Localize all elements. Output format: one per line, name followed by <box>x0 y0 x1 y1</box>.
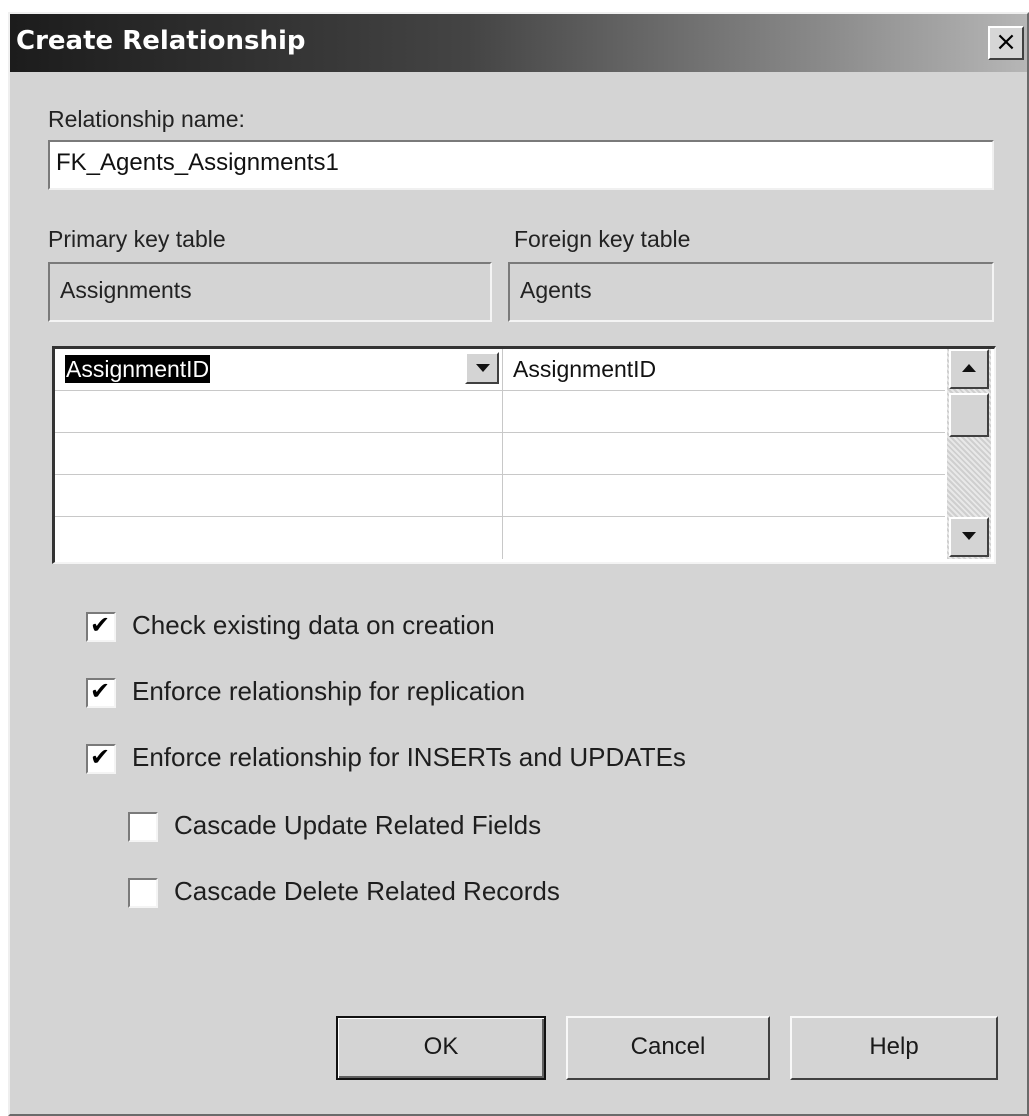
grid-row <box>55 391 945 433</box>
scroll-down-button[interactable] <box>949 517 989 557</box>
primary-key-table-field: Assignments <box>48 262 492 322</box>
foreign-column-cell[interactable] <box>503 391 945 433</box>
ok-button[interactable]: OK <box>336 1016 546 1080</box>
grid-row: AssignmentID AssignmentID <box>55 349 945 391</box>
column-dropdown-button[interactable] <box>465 352 499 384</box>
foreign-column-cell[interactable] <box>503 475 945 517</box>
create-relationship-dialog: Create Relationship × Relationship name:… <box>8 12 1029 1116</box>
cancel-button[interactable]: Cancel <box>566 1016 770 1080</box>
grid-row <box>55 475 945 517</box>
cascade-update-checkbox[interactable] <box>128 812 158 842</box>
enforce-replication-checkbox[interactable]: ✔ <box>86 677 116 708</box>
title-bar: Create Relationship × <box>10 14 1027 72</box>
checkmark-icon: ✔ <box>90 677 111 705</box>
primary-column-cell[interactable] <box>55 475 503 517</box>
foreign-key-table-label: Foreign key table <box>514 226 691 252</box>
foreign-column-cell[interactable] <box>503 517 945 559</box>
vertical-scrollbar[interactable] <box>947 349 991 559</box>
key-columns-grid: AssignmentID AssignmentID <box>52 346 996 564</box>
close-button[interactable]: × <box>988 26 1024 60</box>
enforce-inserts-updates-checkbox[interactable]: ✔ <box>86 743 116 774</box>
scroll-up-button[interactable] <box>949 349 989 389</box>
grid-row <box>55 433 945 475</box>
primary-column-cell[interactable]: AssignmentID <box>55 349 503 391</box>
dialog-title: Create Relationship <box>16 26 306 56</box>
help-button[interactable]: Help <box>790 1016 998 1080</box>
scroll-thumb[interactable] <box>949 393 989 437</box>
primary-column-cell[interactable] <box>55 517 503 559</box>
primary-key-table-label: Primary key table <box>48 226 226 252</box>
chevron-down-icon <box>476 364 490 372</box>
relationship-name-input[interactable]: FK_Agents_Assignments1 <box>48 140 994 190</box>
cascade-delete-checkbox[interactable] <box>128 878 158 908</box>
scroll-down-icon <box>962 532 976 540</box>
cascade-delete-label: Cascade Delete Related Records <box>174 876 560 906</box>
relationship-name-label: Relationship name: <box>48 106 245 132</box>
checkmark-icon: ✔ <box>90 743 111 771</box>
check-existing-label: Check existing data on creation <box>132 610 495 640</box>
cascade-update-label: Cascade Update Related Fields <box>174 810 542 840</box>
checkmark-icon: ✔ <box>90 611 111 639</box>
foreign-key-table-field: Agents <box>508 262 994 322</box>
scroll-up-icon <box>962 364 976 372</box>
foreign-column-cell[interactable]: AssignmentID <box>503 349 945 391</box>
primary-column-value: AssignmentID <box>65 355 211 383</box>
foreign-column-value: AssignmentID <box>513 356 657 382</box>
check-existing-checkbox[interactable]: ✔ <box>86 611 116 642</box>
enforce-replication-label: Enforce relationship for replication <box>132 676 526 706</box>
primary-column-cell[interactable] <box>55 433 503 475</box>
enforce-inserts-updates-label: Enforce relationship for INSERTs and UPD… <box>132 742 686 772</box>
primary-column-cell[interactable] <box>55 391 503 433</box>
close-icon: × <box>995 27 1017 57</box>
grid-row <box>55 517 945 559</box>
foreign-column-cell[interactable] <box>503 433 945 475</box>
